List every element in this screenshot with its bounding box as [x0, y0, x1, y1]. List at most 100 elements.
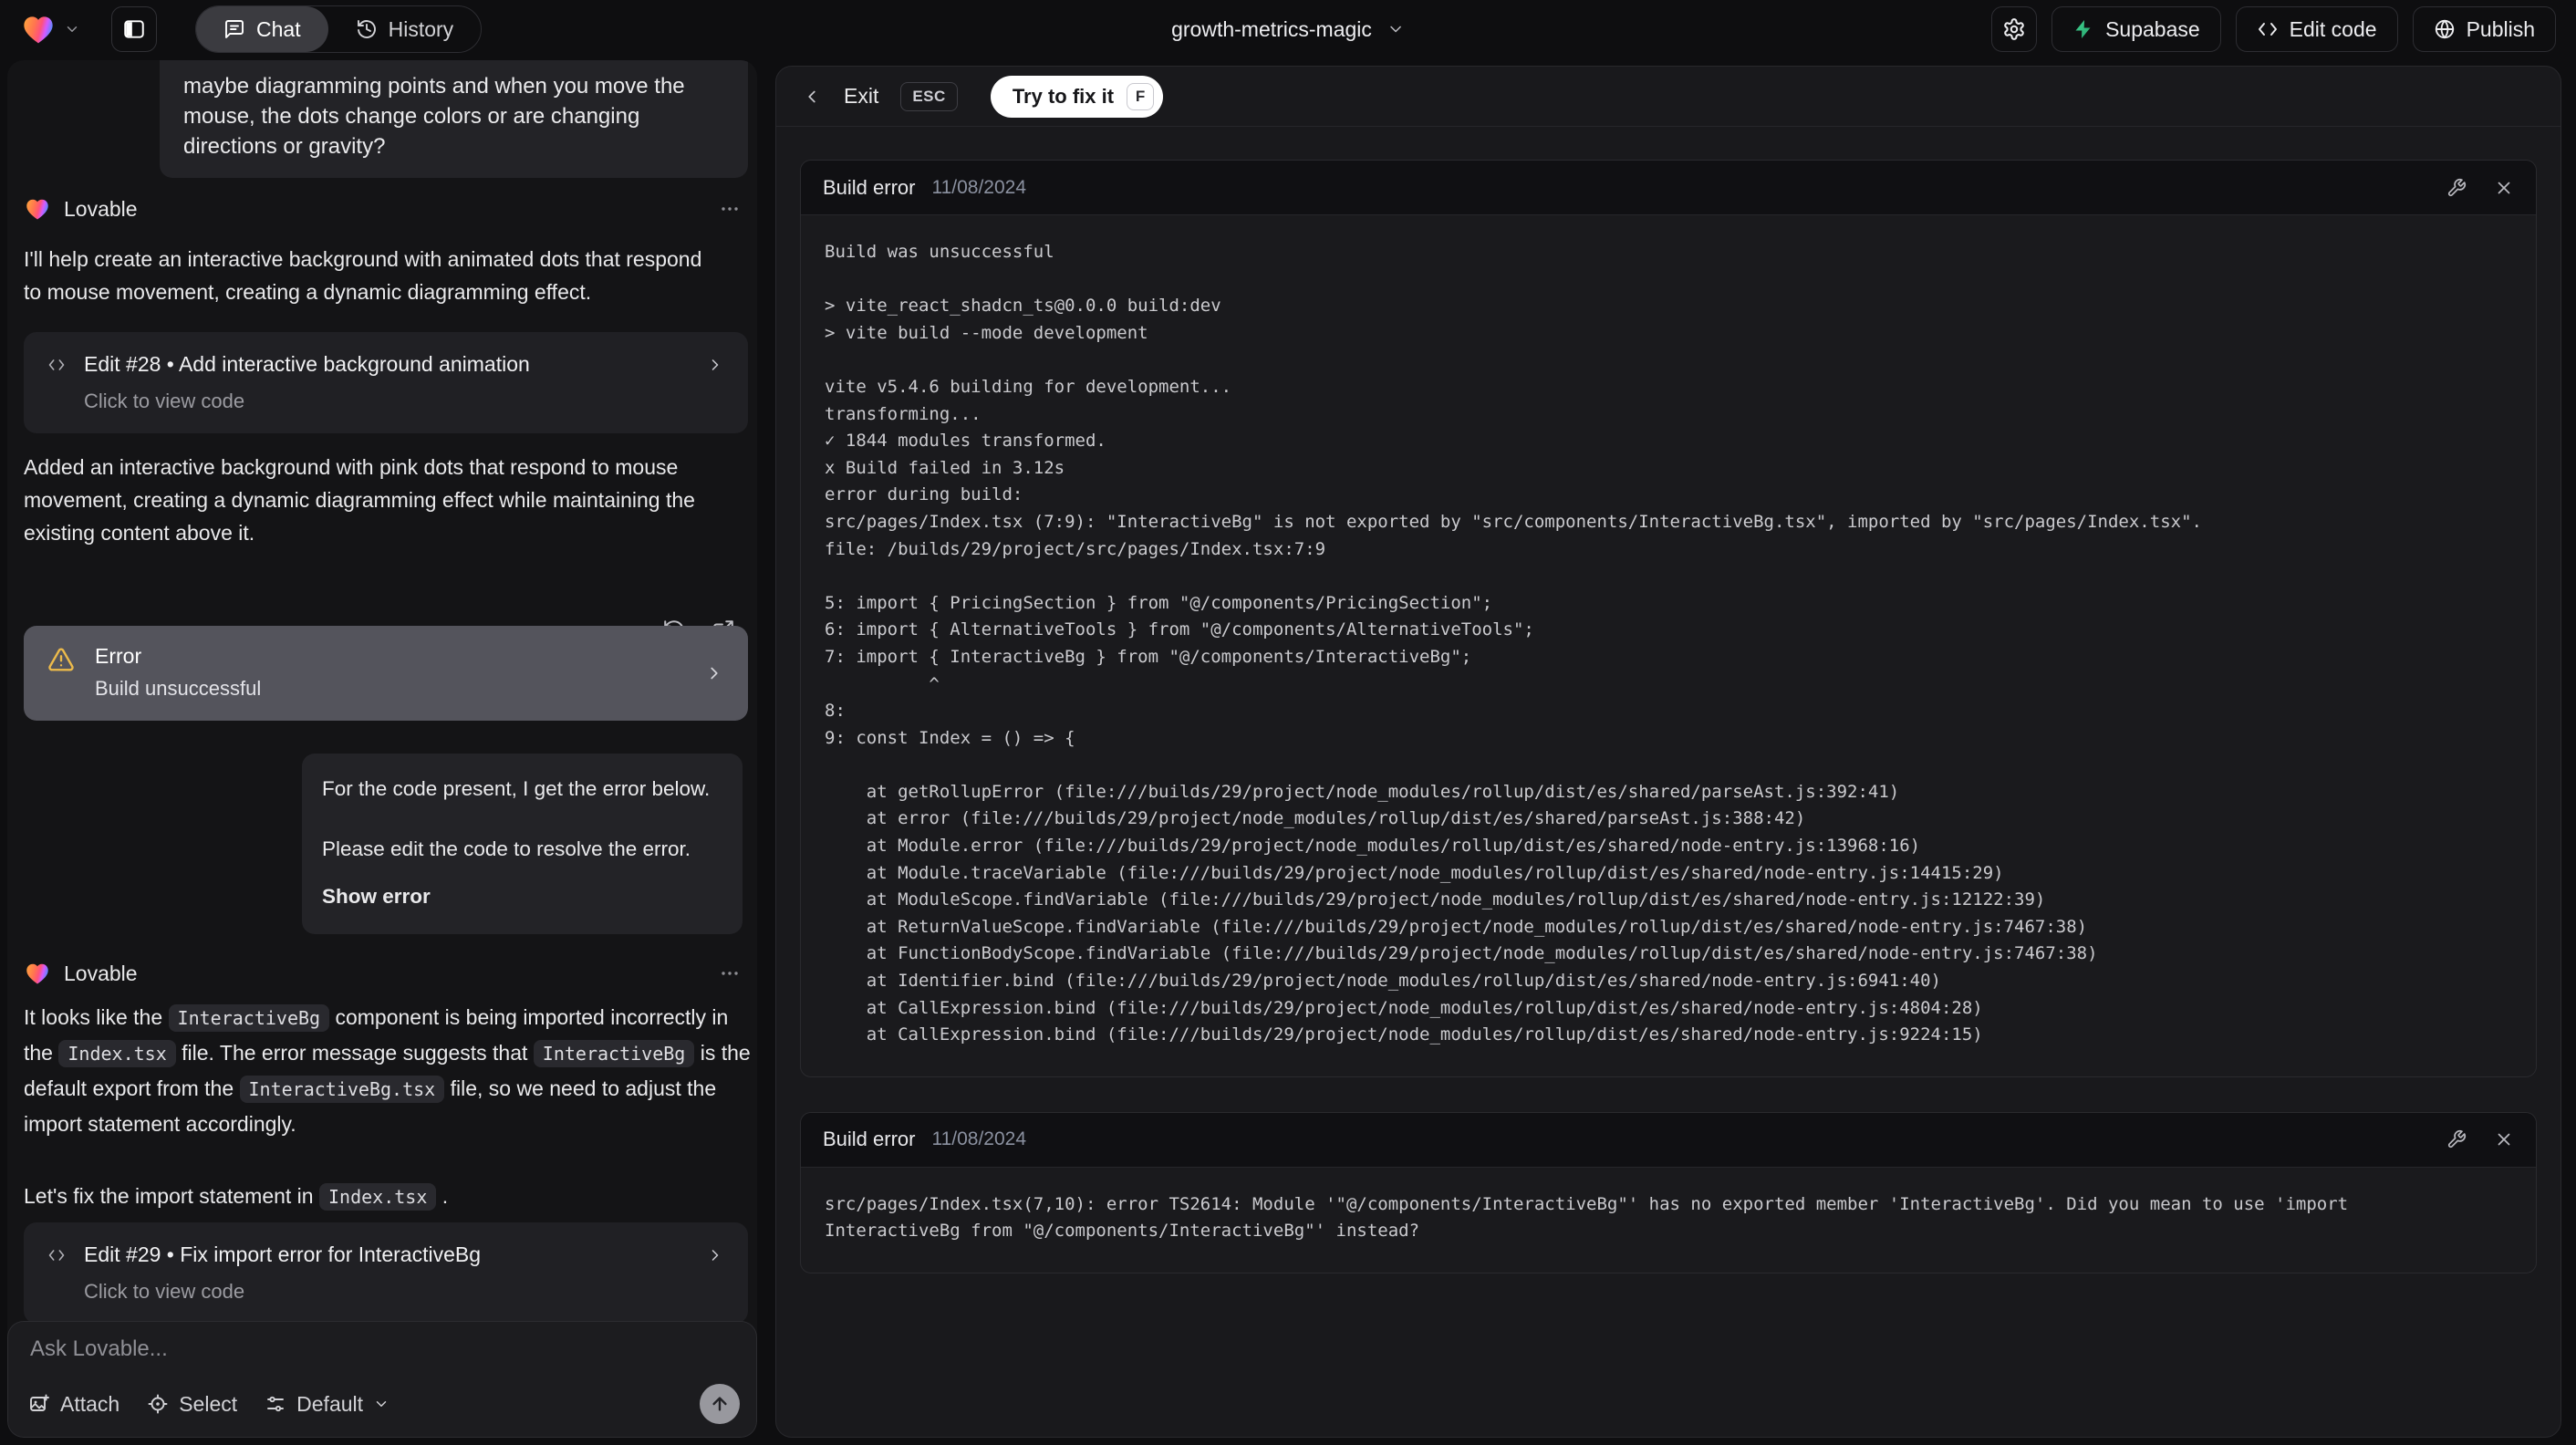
tab-history[interactable]: History	[328, 6, 482, 52]
text-segment: .	[436, 1184, 449, 1208]
text-segment: Let's fix the import statement in	[24, 1184, 319, 1208]
chevron-right-icon	[706, 1246, 724, 1264]
supabase-bolt-icon	[2072, 18, 2094, 40]
wrench-icon[interactable]	[2446, 1129, 2467, 1149]
publish-label: Publish	[2466, 16, 2535, 41]
build-error-date: 11/08/2024	[931, 176, 1027, 198]
assistant-name: Lovable	[64, 961, 138, 985]
chevron-down-icon	[64, 21, 80, 37]
esc-key-badge: ESC	[900, 81, 958, 111]
assistant-name: Lovable	[64, 196, 138, 221]
error-status-title: Error	[95, 644, 142, 668]
error-viewer-header: Exit ESC Try to fix it F	[776, 67, 2560, 127]
assistant-message-header: Lovable	[24, 960, 741, 987]
inline-code: InteractiveBg	[168, 1004, 330, 1032]
topbar-actions: Supabase Edit code Publish	[1991, 6, 2556, 52]
chat-input-card: Attach Select	[7, 1321, 757, 1438]
attach-image-icon	[28, 1393, 50, 1415]
user-error-report-message: For the code present, I get the error be…	[302, 754, 743, 934]
sliders-icon	[265, 1393, 286, 1415]
select-crosshair-icon	[147, 1393, 169, 1415]
try-to-fix-label: Try to fix it	[1012, 84, 1115, 108]
lovable-logo-menu[interactable]	[20, 11, 80, 47]
select-button[interactable]: Select	[147, 1392, 237, 1417]
message-menu-ellipsis-icon[interactable]	[719, 198, 741, 220]
arrow-up-icon	[710, 1394, 730, 1414]
warning-triangle-icon	[47, 646, 75, 673]
edit-card-28[interactable]: Edit #28 • Add interactive background an…	[24, 332, 748, 433]
edit-card-29[interactable]: Edit #29 • Fix import error for Interact…	[24, 1222, 748, 1324]
chat-input-toolbar: Attach Select Default	[28, 1384, 740, 1424]
edit-code-button[interactable]: Edit code	[2235, 6, 2398, 52]
mode-label: Default	[296, 1391, 364, 1416]
globe-icon	[2434, 18, 2456, 40]
topbar: Chat History growth-metrics-magic Supaba…	[0, 0, 2576, 58]
error-list: Build error 11/08/2024 Build was unsucce…	[776, 127, 2560, 1306]
sidebar-panel-icon	[122, 17, 146, 41]
f-key-badge: F	[1127, 82, 1155, 110]
chevron-down-icon	[373, 1396, 390, 1412]
settings-button[interactable]	[1991, 6, 2038, 52]
edit-card-subtitle: Click to view code	[84, 390, 245, 412]
tab-chat[interactable]: Chat	[196, 6, 328, 52]
lovable-heart-icon	[20, 11, 57, 47]
mode-dropdown[interactable]: Default	[265, 1392, 390, 1417]
build-error-header: Build error 11/08/2024	[801, 161, 2536, 215]
user-report-line1: For the code present, I get the error be…	[322, 777, 711, 800]
text-segment: file. The error message suggests that	[175, 1041, 534, 1065]
supabase-button[interactable]: Supabase	[2051, 6, 2221, 52]
assistant-intro-text: I'll help create an interactive backgrou…	[24, 247, 702, 304]
code-icon	[47, 1246, 66, 1264]
chevron-left-icon[interactable]	[802, 87, 822, 107]
attach-button[interactable]: Attach	[28, 1392, 119, 1417]
tab-history-label: History	[388, 16, 454, 41]
chat-history-tabs: Chat History	[195, 5, 483, 53]
build-error-log: src/pages/Index.tsx(7,10): error TS2614:…	[825, 1193, 2349, 1242]
project-name: growth-metrics-magic	[1171, 16, 1372, 41]
assistant-message-header: Lovable	[24, 195, 741, 223]
build-error-card-1: Build error 11/08/2024 Build was unsucce…	[800, 160, 2537, 1077]
try-to-fix-button[interactable]: Try to fix it F	[990, 75, 1164, 118]
tab-chat-label: Chat	[256, 16, 301, 41]
chevron-right-icon	[706, 356, 724, 374]
chat-input[interactable]	[30, 1336, 705, 1377]
wrench-icon[interactable]	[2446, 178, 2467, 198]
edit-card-title: Edit #29 • Fix import error for Interact…	[84, 1242, 481, 1266]
history-icon	[356, 18, 378, 40]
lovable-heart-icon	[24, 195, 51, 223]
error-status-subtitle: Build unsuccessful	[95, 677, 262, 700]
inline-code: Index.tsx	[318, 1183, 437, 1211]
edit-card-subtitle: Click to view code	[84, 1280, 245, 1303]
chevron-down-icon	[1387, 20, 1405, 38]
assistant-fix-explanation: It looks like the InteractiveBg componen…	[24, 1000, 755, 1141]
error-viewer-panel: Exit ESC Try to fix it F Build error 11/…	[775, 66, 2561, 1438]
close-icon[interactable]	[2494, 178, 2514, 198]
build-error-date: 11/08/2024	[931, 1128, 1027, 1150]
inline-code: InteractiveBg.tsx	[239, 1076, 445, 1103]
show-error-link[interactable]: Show error	[322, 883, 724, 910]
publish-button[interactable]: Publish	[2412, 6, 2556, 52]
inline-code: InteractiveBg	[533, 1040, 695, 1067]
build-error-title: Build error	[823, 175, 916, 199]
message-menu-ellipsis-icon[interactable]	[719, 962, 741, 984]
chevron-right-icon	[704, 663, 724, 683]
assistant-fix-closing: Let's fix the import statement in Index.…	[24, 1179, 755, 1214]
sidebar-toggle-button[interactable]	[111, 6, 157, 52]
exit-button[interactable]: Exit	[844, 84, 878, 109]
edit-card-title: Edit #28 • Add interactive background an…	[84, 352, 530, 376]
send-button[interactable]	[700, 1384, 740, 1424]
close-icon[interactable]	[2494, 1129, 2514, 1149]
build-error-title: Build error	[823, 1128, 916, 1151]
chat-panel: maybe diagramming points and when you mo…	[7, 60, 757, 1438]
chat-bubble-icon	[223, 18, 245, 40]
attach-label: Attach	[60, 1391, 120, 1416]
edit-code-label: Edit code	[2289, 16, 2377, 41]
inline-code: Index.tsx	[58, 1040, 176, 1067]
user-message: maybe diagramming points and when you mo…	[160, 60, 748, 178]
build-error-log: Build was unsuccessful > vite_react_shad…	[825, 242, 2202, 1045]
project-switcher[interactable]: growth-metrics-magic	[1171, 0, 1405, 58]
code-icon	[47, 356, 66, 374]
select-label: Select	[179, 1391, 238, 1416]
build-error-status-card[interactable]: Error Build unsuccessful	[24, 626, 748, 721]
lovable-heart-icon	[24, 960, 51, 987]
